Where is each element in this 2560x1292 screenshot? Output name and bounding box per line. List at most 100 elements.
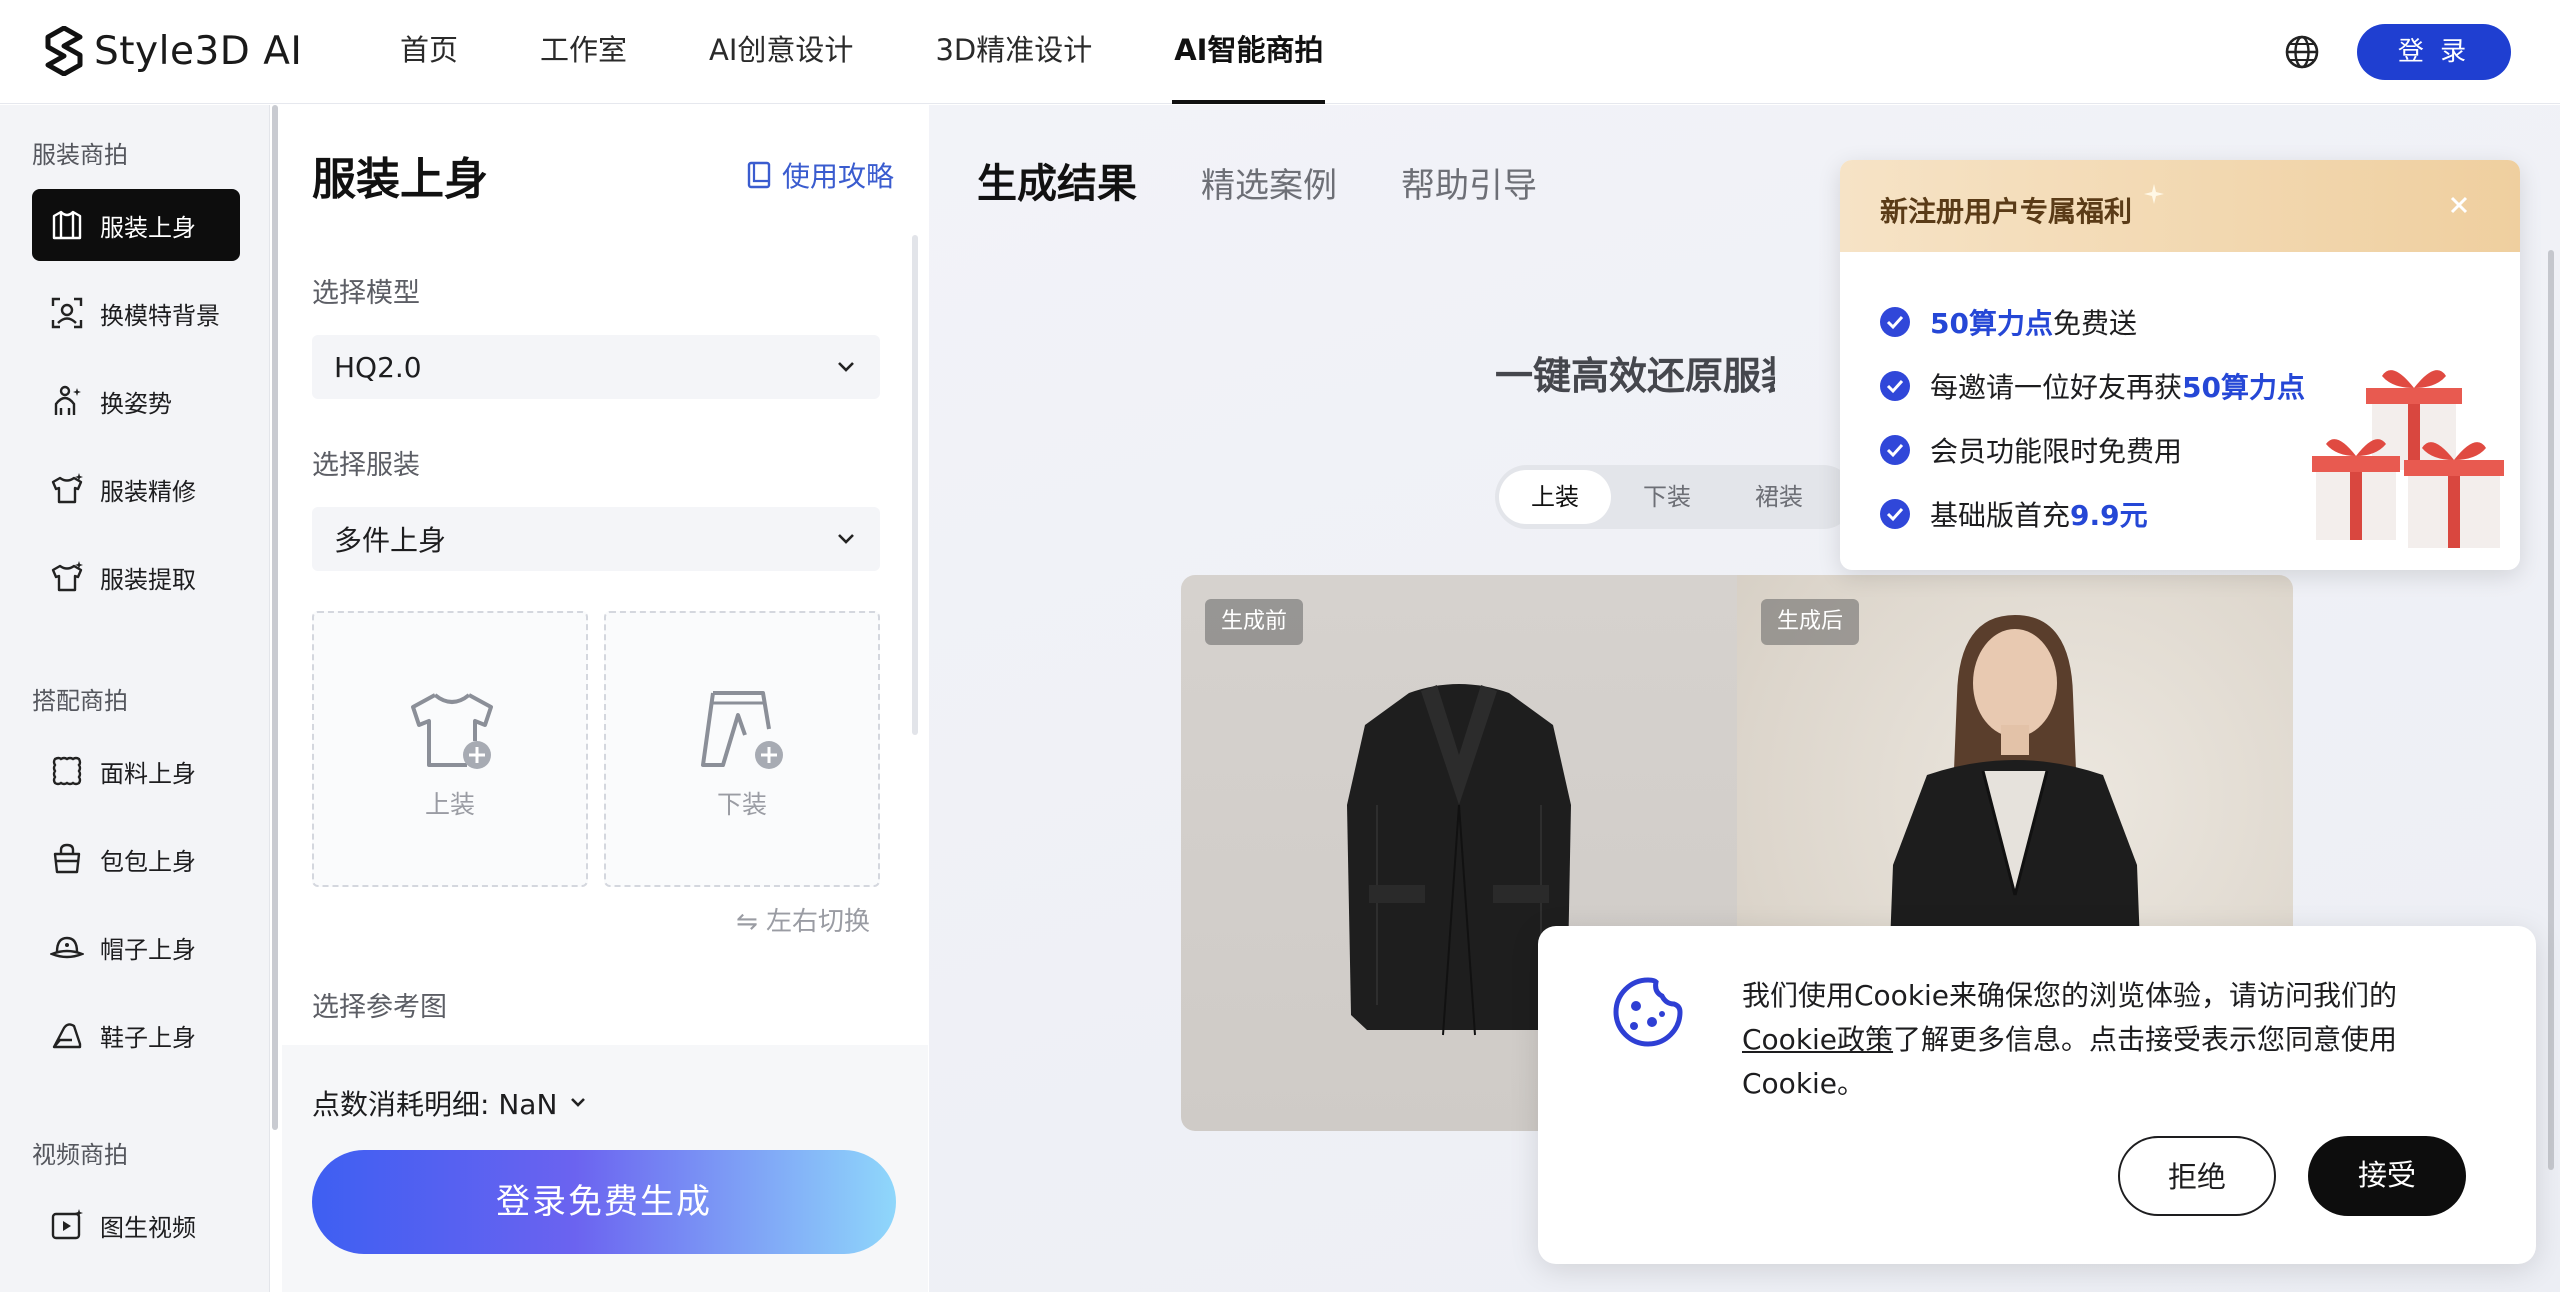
sidebar-item-label: 服装提取 bbox=[100, 565, 196, 594]
style3d-logo-icon bbox=[45, 26, 83, 76]
after-tag: 生成后 bbox=[1761, 599, 1860, 645]
sidebar-item-label: 面料上身 bbox=[100, 759, 196, 788]
upload-bottom-label: 下装 bbox=[716, 790, 767, 819]
panel-scrollbar[interactable] bbox=[912, 235, 918, 735]
sidebar-section-apparel-shoot: 服装商拍 bbox=[32, 141, 128, 169]
model-select[interactable]: HQ2.0 bbox=[312, 335, 880, 399]
bag-icon bbox=[53, 843, 81, 874]
check-circle-icon bbox=[1880, 307, 1910, 337]
promo-benefit: 50算力点免费送 bbox=[1880, 290, 2305, 354]
config-panel: 服装上身 使用攻略 选择模型 HQ2.0 选择服装 多件上身 上装 下装 ⇋ 左… bbox=[282, 105, 928, 1292]
segment-top[interactable]: 上装 bbox=[1499, 470, 1611, 524]
sidebar-item-change-model-bg[interactable]: 换模特背景 bbox=[32, 277, 240, 349]
nav-ai-product-shoot[interactable]: AI智能商拍 bbox=[1172, 0, 1326, 104]
login-button[interactable]: 登 录 bbox=[2357, 24, 2511, 80]
usage-guide-link[interactable]: 使用攻略 bbox=[746, 155, 894, 195]
swap-left-right-button[interactable]: ⇋ 左右切换 bbox=[736, 901, 870, 938]
upload-top-garment[interactable]: 上装 bbox=[312, 611, 588, 887]
nav-3d-precise-design[interactable]: 3D精准设计 bbox=[935, 0, 1092, 104]
sidebar-item-change-pose[interactable]: 换姿势 bbox=[32, 365, 240, 437]
reject-cookie-button[interactable]: 拒绝 bbox=[2118, 1136, 2276, 1216]
before-tag: 生成前 bbox=[1205, 599, 1304, 645]
shoe-icon bbox=[52, 1023, 82, 1049]
sidebar-item-label: 帽子上身 bbox=[100, 935, 196, 964]
shirt-icon bbox=[52, 210, 82, 240]
sidebar-item-label: 图生视频 bbox=[100, 1213, 196, 1242]
sidebar-item-hat-on-model[interactable]: 帽子上身 bbox=[32, 911, 240, 983]
top-navigation-bar: Style3D AI 首页 工作室 AI创意设计 3D精准设计 AI智能商拍 登… bbox=[0, 0, 2560, 104]
check-circle-icon bbox=[1880, 371, 1910, 401]
upload-bottom-garment[interactable]: 下装 bbox=[604, 611, 880, 887]
sidebar-item-bag-on-model[interactable]: 包包上身 bbox=[32, 823, 240, 895]
check-circle-icon bbox=[1880, 435, 1910, 465]
new-user-promo-popup: 新注册用户专属福利 50算力点免费送 每邀请一位好友再获50算力点 会员功能限时… bbox=[1840, 160, 2520, 570]
segment-dress[interactable]: 裙装 bbox=[1723, 470, 1835, 524]
left-sidebar: 服装商拍 服装上身 换模特背景 换姿势 服装精修 服装提取 搭配商拍 面料上身 … bbox=[0, 105, 270, 1292]
garment-sparkle-icon bbox=[51, 473, 83, 504]
login-free-generate-button[interactable]: 登录免费生成 bbox=[312, 1150, 896, 1254]
style3d-logo[interactable]: Style3D AI bbox=[44, 26, 302, 76]
promo-benefits: 50算力点免费送 每邀请一位好友再获50算力点 会员功能限时免费用 基础版首充9… bbox=[1880, 290, 2305, 546]
upload-pants-icon bbox=[701, 691, 783, 769]
video-icon bbox=[51, 1209, 83, 1240]
fabric-icon bbox=[52, 756, 82, 786]
promo-benefit: 会员功能限时免费用 bbox=[1880, 418, 2305, 482]
reference-image-label: 选择参考图 bbox=[312, 992, 447, 1023]
garment-select-label: 选择服装 bbox=[312, 450, 420, 481]
gift-boxes-icon bbox=[2312, 360, 2512, 560]
upload-top-label: 上装 bbox=[424, 790, 475, 819]
panel-title: 服装上身 bbox=[312, 154, 488, 205]
face-scan-icon bbox=[51, 297, 83, 329]
check-circle-icon bbox=[1880, 499, 1910, 529]
sidebar-item-fabric-on-model[interactable]: 面料上身 bbox=[32, 735, 240, 807]
chevron-down-icon bbox=[571, 1098, 586, 1107]
sidebar-item-garment-on-model[interactable]: 服装上身 bbox=[32, 189, 240, 261]
garment-select-value: 多件上身 bbox=[334, 524, 447, 557]
garment-select[interactable]: 多件上身 bbox=[312, 507, 880, 571]
accept-cookie-button[interactable]: 接受 bbox=[2308, 1136, 2466, 1216]
cookie-consent-banner: 我们使用Cookie来确保您的浏览体验，请访问我们的Cookie政策了解更多信息… bbox=[1538, 926, 2536, 1264]
tab-featured-cases[interactable]: 精选案例 bbox=[1201, 158, 1337, 207]
feature-headline: 一键高效还原服装逼 bbox=[1495, 354, 1775, 398]
main-scrollbar[interactable] bbox=[2548, 250, 2554, 1170]
garment-type-segment: 上装 下装 裙装 bbox=[1495, 465, 1855, 529]
sidebar-item-garment-retouch[interactable]: 服装精修 bbox=[32, 453, 240, 525]
nav-ai-creative-design[interactable]: AI创意设计 bbox=[709, 0, 853, 104]
language-globe-icon[interactable] bbox=[2283, 33, 2321, 71]
tab-help-guide[interactable]: 帮助引导 bbox=[1401, 158, 1537, 207]
close-icon[interactable] bbox=[2444, 190, 2474, 220]
nav-studio[interactable]: 工作室 bbox=[540, 0, 627, 104]
sparkle-icon bbox=[2143, 184, 2164, 204]
cookie-message: 我们使用Cookie来确保您的浏览体验，请访问我们的Cookie政策了解更多信息… bbox=[1742, 979, 2398, 1100]
chevron-down-icon bbox=[838, 534, 854, 544]
promo-benefit: 每邀请一位好友再获50算力点 bbox=[1880, 354, 2305, 418]
nav-home[interactable]: 首页 bbox=[400, 0, 458, 104]
book-icon bbox=[747, 161, 771, 189]
usage-guide-label: 使用攻略 bbox=[782, 160, 895, 193]
panel-footer: 点数消耗明细: NaN 登录免费生成 bbox=[282, 1045, 928, 1292]
model-select-value: HQ2.0 bbox=[334, 350, 422, 384]
sidebar-item-garment-extract[interactable]: 服装提取 bbox=[32, 541, 240, 613]
segment-bottom[interactable]: 下装 bbox=[1611, 470, 1723, 524]
sidebar-scrollbar[interactable] bbox=[272, 105, 278, 1130]
cookie-policy-link[interactable]: Cookie政策 bbox=[1742, 1023, 1893, 1056]
sidebar-item-label: 服装上身 bbox=[100, 213, 196, 242]
sidebar-item-image-to-video[interactable]: 图生视频 bbox=[32, 1189, 240, 1261]
promo-header: 新注册用户专属福利 bbox=[1840, 160, 2520, 252]
cost-detail-dropdown[interactable]: 点数消耗明细: NaN bbox=[312, 1083, 587, 1123]
hat-icon bbox=[50, 936, 84, 959]
pose-icon bbox=[54, 385, 81, 415]
tab-results[interactable]: 生成结果 bbox=[977, 151, 1137, 209]
chevron-down-icon bbox=[838, 362, 854, 372]
logo-text: Style3D AI bbox=[94, 28, 303, 74]
upload-shirt-icon bbox=[411, 693, 493, 769]
promo-benefit: 基础版首充9.9元 bbox=[1880, 482, 2305, 546]
cookie-icon bbox=[1612, 976, 1684, 1048]
sidebar-item-label: 服装精修 bbox=[100, 477, 196, 506]
sidebar-item-label: 包包上身 bbox=[100, 847, 196, 876]
sidebar-item-label: 换模特背景 bbox=[100, 301, 220, 330]
sidebar-item-shoes-on-model[interactable]: 鞋子上身 bbox=[32, 999, 240, 1071]
sidebar-section-accessory-shoot: 搭配商拍 bbox=[32, 687, 128, 715]
model-select-label: 选择模型 bbox=[312, 278, 420, 309]
result-tabs: 生成结果 精选案例 帮助引导 bbox=[977, 151, 1537, 209]
